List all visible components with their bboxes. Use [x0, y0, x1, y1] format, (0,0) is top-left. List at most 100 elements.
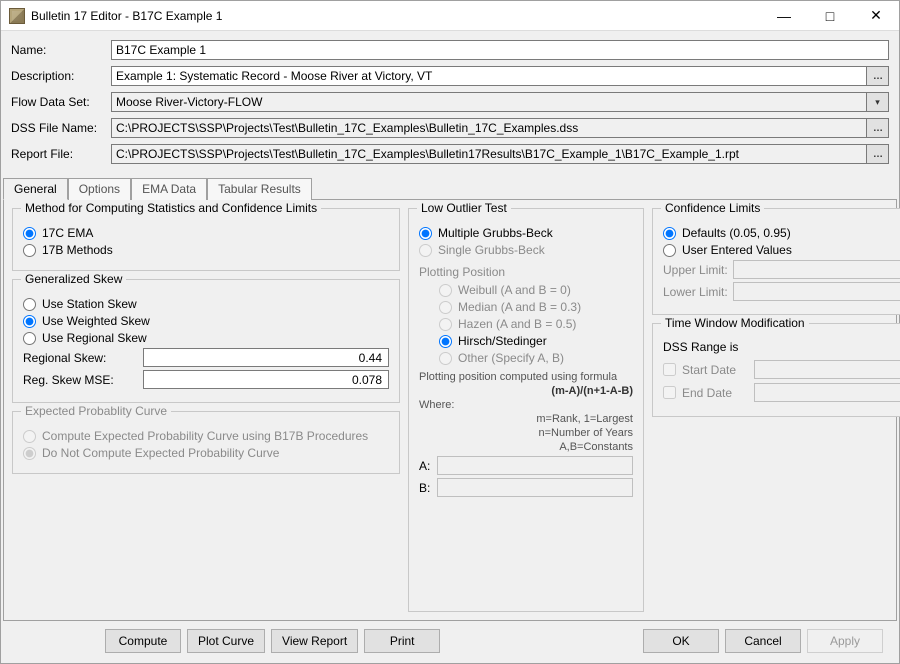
- upper-limit-label: Upper Limit:: [663, 263, 733, 277]
- apply-button: Apply: [807, 629, 883, 653]
- tab-ema-data[interactable]: EMA Data: [131, 178, 207, 200]
- method-group: Method for Computing Statistics and Conf…: [12, 208, 400, 271]
- b-input: [437, 478, 633, 497]
- maximize-button[interactable]: □: [807, 1, 853, 31]
- radio-conf-defaults-input[interactable]: [663, 227, 676, 240]
- radio-17b[interactable]: 17B Methods: [23, 243, 389, 257]
- radio-hazen: Hazen (A and B = 0.5): [439, 317, 633, 331]
- expected-prob-legend: Expected Probablity Curve: [21, 404, 171, 418]
- radio-weighted-skew-label: Use Weighted Skew: [42, 314, 150, 328]
- lower-limit-input: [733, 282, 900, 301]
- radio-hazen-label: Hazen (A and B = 0.5): [458, 317, 576, 331]
- skew-group: Generalized Skew Use Station Skew Use We…: [12, 279, 400, 403]
- a-label: A:: [419, 459, 431, 473]
- confidence-legend: Confidence Limits: [661, 201, 764, 215]
- end-date-row: End Date: [663, 383, 900, 402]
- tab-options[interactable]: Options: [68, 178, 131, 200]
- reportfile-browse-button[interactable]: …: [867, 144, 889, 164]
- end-date-input: [754, 383, 900, 402]
- radio-conf-defaults[interactable]: Defaults (0.05, 0.95): [663, 226, 900, 240]
- reg-skew-mse-label: Reg. Skew MSE:: [23, 373, 143, 387]
- radio-conf-user-label: User Entered Values: [682, 243, 792, 257]
- radio-regional-skew[interactable]: Use Regional Skew: [23, 331, 389, 345]
- ellipsis-icon: …: [873, 149, 882, 160]
- radio-compute-exp: Compute Expected Probability Curve using…: [23, 429, 389, 443]
- radio-station-skew[interactable]: Use Station Skew: [23, 297, 389, 311]
- start-date-row: Start Date: [663, 360, 900, 379]
- close-button[interactable]: ✕: [853, 1, 899, 31]
- end-date-label: End Date: [682, 386, 742, 400]
- radio-weibull: Weibull (A and B = 0): [439, 283, 633, 297]
- chevron-down-icon: ▾: [875, 97, 880, 108]
- ellipsis-icon: …: [873, 123, 882, 134]
- description-browse-button[interactable]: …: [867, 66, 889, 86]
- regional-skew-input[interactable]: [143, 348, 389, 367]
- start-date-label: Start Date: [682, 363, 742, 377]
- editor-window: Bulletin 17 Editor - B17C Example 1 — □ …: [0, 0, 900, 664]
- window-title: Bulletin 17 Editor - B17C Example 1: [31, 9, 761, 23]
- radio-single-grubbs: Single Grubbs-Beck: [419, 243, 633, 257]
- confidence-limits-group: Confidence Limits Defaults (0.05, 0.95) …: [652, 208, 900, 315]
- radio-station-skew-input[interactable]: [23, 298, 36, 311]
- app-icon: [9, 8, 25, 24]
- radio-station-skew-label: Use Station Skew: [42, 297, 137, 311]
- description-input[interactable]: [111, 66, 867, 86]
- name-input[interactable]: [111, 40, 889, 60]
- radio-multi-grubbs[interactable]: Multiple Grubbs-Beck: [419, 226, 633, 240]
- flowdata-combo[interactable]: [111, 92, 867, 112]
- lower-limit-label: Lower Limit:: [663, 285, 733, 299]
- radio-multi-grubbs-input[interactable]: [419, 227, 432, 240]
- radio-weighted-skew[interactable]: Use Weighted Skew: [23, 314, 389, 328]
- radio-median-label: Median (A and B = 0.3): [458, 300, 581, 314]
- tab-general[interactable]: General: [3, 178, 68, 200]
- radio-hirsch[interactable]: Hirsch/Stedinger: [439, 334, 633, 348]
- radio-dont-compute-exp: Do Not Compute Expected Probability Curv…: [23, 446, 389, 460]
- flowdata-dropdown-button[interactable]: ▾: [867, 92, 889, 112]
- plot-curve-button[interactable]: Plot Curve: [187, 629, 265, 653]
- where-label: Where:: [419, 399, 633, 411]
- radio-conf-user-input[interactable]: [663, 244, 676, 257]
- radio-17c-ema-input[interactable]: [23, 227, 36, 240]
- radio-hazen-input: [439, 318, 452, 331]
- cancel-button[interactable]: Cancel: [725, 629, 801, 653]
- skew-legend: Generalized Skew: [21, 272, 126, 286]
- compute-button[interactable]: Compute: [105, 629, 181, 653]
- radio-weighted-skew-input[interactable]: [23, 315, 36, 328]
- reportfile-input[interactable]: [111, 144, 867, 164]
- titlebar: Bulletin 17 Editor - B17C Example 1 — □ …: [1, 1, 899, 31]
- reportfile-label: Report File:: [11, 147, 111, 161]
- reg-skew-mse-input[interactable]: [143, 370, 389, 389]
- tab-tabular-results[interactable]: Tabular Results: [207, 178, 312, 200]
- ok-button[interactable]: OK: [643, 629, 719, 653]
- note-n: n=Number of Years: [419, 427, 633, 439]
- radio-other-plot-input: [439, 352, 452, 365]
- start-date-checkbox: [663, 363, 676, 376]
- b-label: B:: [419, 481, 431, 495]
- print-button[interactable]: Print: [364, 629, 440, 653]
- low-outlier-legend: Low Outlier Test: [417, 201, 511, 215]
- radio-dont-compute-exp-label: Do Not Compute Expected Probability Curv…: [42, 446, 279, 460]
- dssfile-browse-button[interactable]: …: [867, 118, 889, 138]
- radio-other-plot: Other (Specify A, B): [439, 351, 633, 365]
- view-report-button[interactable]: View Report: [271, 629, 358, 653]
- radio-17b-input[interactable]: [23, 244, 36, 257]
- tab-bar: General Options EMA Data Tabular Results: [1, 177, 899, 199]
- expected-prob-group: Expected Probablity Curve Compute Expect…: [12, 411, 400, 474]
- radio-regional-skew-label: Use Regional Skew: [42, 331, 147, 345]
- radio-17c-ema-label: 17C EMA: [42, 226, 93, 240]
- dssfile-input[interactable]: [111, 118, 867, 138]
- radio-conf-defaults-label: Defaults (0.05, 0.95): [682, 226, 791, 240]
- radio-median: Median (A and B = 0.3): [439, 300, 633, 314]
- minimize-button[interactable]: —: [761, 1, 807, 31]
- radio-single-grubbs-input: [419, 244, 432, 257]
- radio-conf-user[interactable]: User Entered Values: [663, 243, 900, 257]
- low-outlier-group: Low Outlier Test Multiple Grubbs-Beck Si…: [408, 208, 644, 612]
- radio-hirsch-input[interactable]: [439, 335, 452, 348]
- formula-text-1: Plotting position computed using formula: [419, 371, 633, 383]
- note-m: m=Rank, 1=Largest: [419, 413, 633, 425]
- radio-regional-skew-input[interactable]: [23, 332, 36, 345]
- radio-compute-exp-label: Compute Expected Probability Curve using…: [42, 429, 368, 443]
- upper-limit-input: [733, 260, 900, 279]
- radio-other-plot-label: Other (Specify A, B): [458, 351, 564, 365]
- radio-17c-ema[interactable]: 17C EMA: [23, 226, 389, 240]
